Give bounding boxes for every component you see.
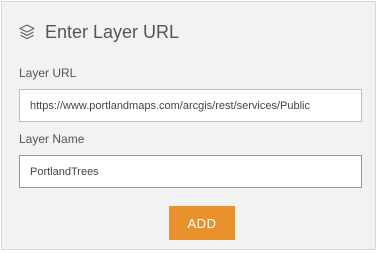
panel-header: Enter Layer URL [18, 20, 179, 44]
layer-url-input[interactable] [19, 89, 362, 122]
layer-name-label: Layer Name [19, 132, 85, 146]
layer-name-input[interactable] [19, 155, 362, 188]
layers-icon [18, 23, 36, 41]
add-button[interactable]: ADD [169, 206, 235, 240]
enter-layer-url-panel: Enter Layer URL Layer URL Layer Name ADD [1, 1, 376, 250]
layer-url-label: Layer URL [19, 66, 77, 80]
panel-title: Enter Layer URL [45, 21, 180, 42]
